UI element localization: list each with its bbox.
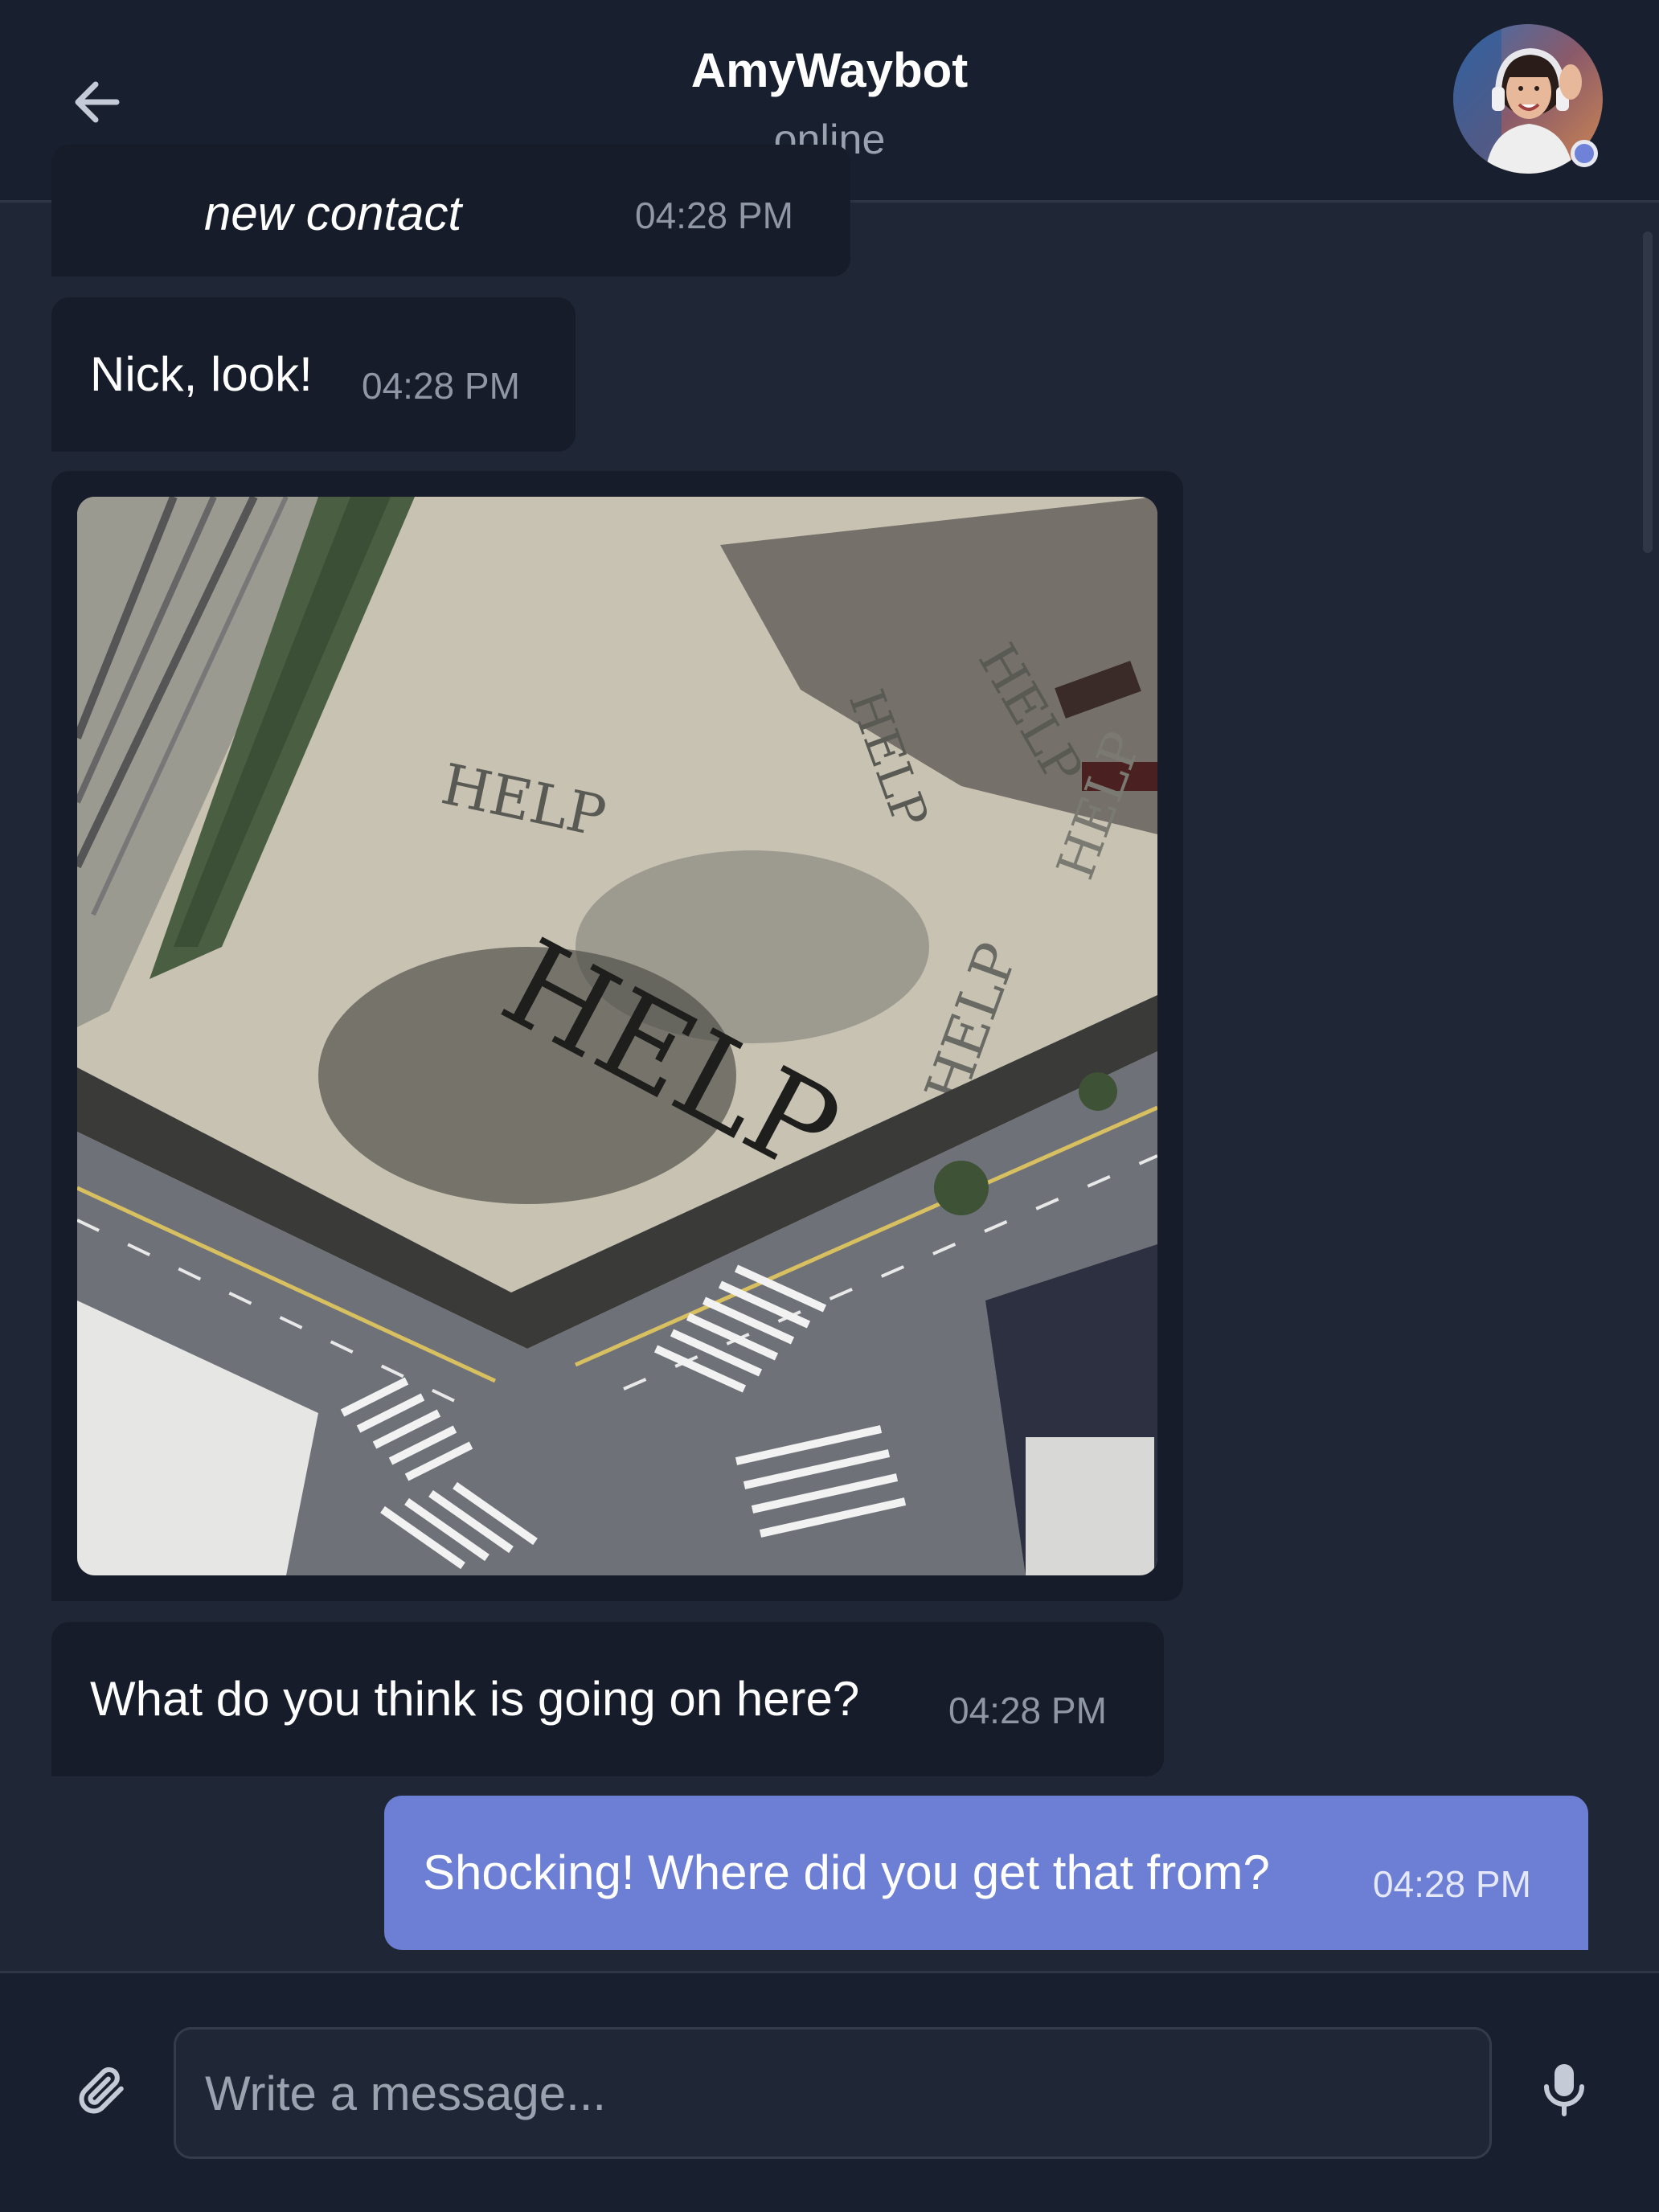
chat-window: AmyWaybot online new contact 04:28 PM Ni… <box>0 0 1659 2212</box>
message-input[interactable] <box>174 2027 1492 2159</box>
message-bubble: Nick, look! 04:28 PM <box>51 297 576 452</box>
message-bubble-outgoing: Shocking! Where did you get that from? 0… <box>384 1796 1588 1950</box>
message-bubble: What do you think is going on here? 04:2… <box>51 1622 1164 1776</box>
attach-button[interactable] <box>69 2058 133 2122</box>
microphone-button[interactable] <box>1532 2058 1596 2122</box>
paperclip-icon <box>79 2067 124 2114</box>
message-text: Shocking! Where did you get that from? <box>423 1845 1270 1899</box>
message-text: new contact <box>204 186 462 240</box>
message-time: 04:28 PM <box>1373 1863 1531 1905</box>
message-text: What do you think is going on here? <box>90 1672 860 1726</box>
message-time: 04:28 PM <box>635 195 793 236</box>
microphone-icon <box>1544 2064 1584 2116</box>
aerial-photo-image: HELP HELP HELP HELP HELP HELP <box>77 497 1157 1575</box>
message-time: 04:28 PM <box>948 1690 1107 1731</box>
chat-title: AmyWaybot <box>690 43 969 97</box>
online-indicator-dot <box>1571 140 1598 167</box>
scrollbar-thumb[interactable] <box>1643 231 1653 553</box>
message-bubble: new contact 04:28 PM <box>51 145 850 276</box>
aerial-photo[interactable]: HELP HELP HELP HELP HELP HELP <box>77 497 1157 1575</box>
message-text: Nick, look! <box>90 347 313 401</box>
message-time: 04:28 PM <box>362 365 520 407</box>
